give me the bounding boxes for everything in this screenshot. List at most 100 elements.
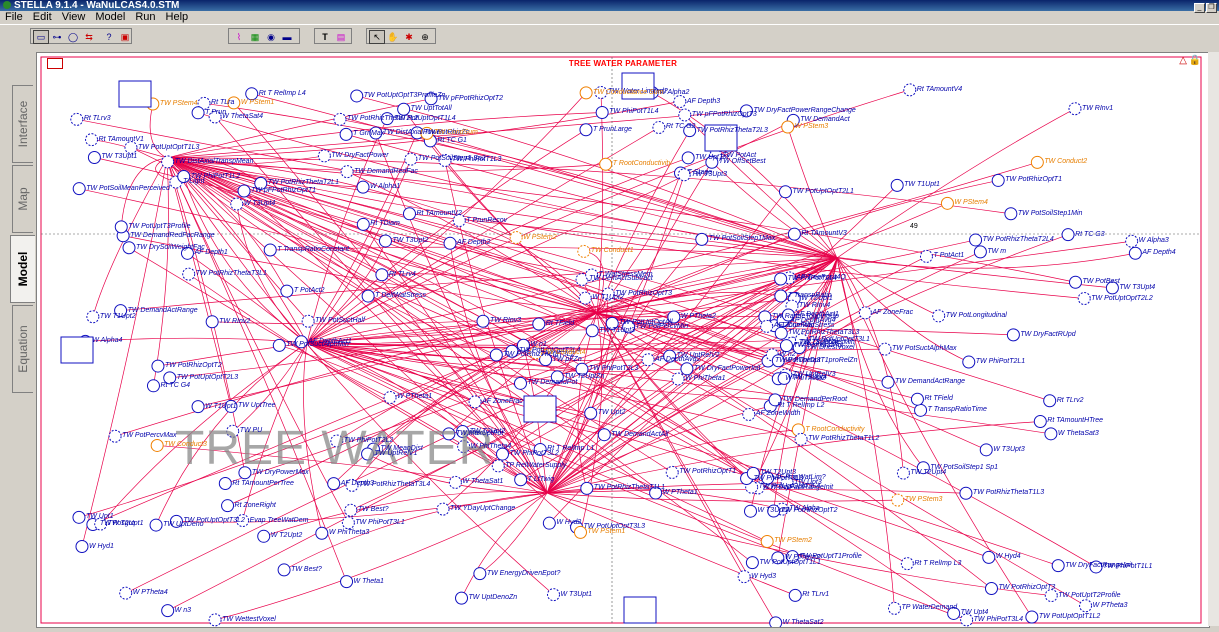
- converter-label[interactable]: TW PStem1: [587, 528, 625, 536]
- converter-label[interactable]: W PStem3: [795, 123, 828, 131]
- ghost-converter[interactable]: [404, 152, 418, 166]
- converter-label[interactable]: TW PotLongitudinal: [946, 312, 1007, 320]
- converter-label[interactable]: TW T2Upt4: [910, 469, 946, 477]
- sector-lock-icon[interactable]: 🔒: [1189, 55, 1201, 66]
- converter-label[interactable]: Rt TDiam: [370, 220, 400, 228]
- converter-label[interactable]: TW pFPotRhizOptT2: [438, 95, 503, 103]
- converter[interactable]: [339, 127, 353, 141]
- input-icon[interactable]: ▬: [279, 30, 295, 44]
- converter-label[interactable]: TW PotBest: [1082, 278, 1119, 286]
- converter[interactable]: [962, 355, 976, 369]
- ghost-converter[interactable]: [919, 249, 933, 263]
- converter-label[interactable]: AF DepthAct1: [795, 311, 838, 319]
- converter[interactable]: [585, 324, 599, 338]
- converter[interactable]: [1044, 427, 1058, 441]
- converter[interactable]: [350, 89, 364, 103]
- converter-label[interactable]: W T3Upt1: [561, 591, 593, 599]
- converter-label[interactable]: AF Depth1: [194, 249, 227, 257]
- converter-label[interactable]: TW PotPercvMin: [636, 323, 689, 331]
- tab-model[interactable]: Model: [10, 235, 35, 303]
- converter-label[interactable]: T WatStressMem: [599, 271, 653, 279]
- converter-label[interactable]: TW DemandActRange: [128, 307, 198, 315]
- converter-label[interactable]: TW PhiPotT2L4: [788, 275, 837, 283]
- converter-label[interactable]: Rt TC G2: [666, 123, 696, 131]
- ghost-converter[interactable]: [182, 267, 196, 281]
- converter[interactable]: [150, 438, 164, 452]
- converter-label[interactable]: TW RInv2: [219, 318, 250, 326]
- converter[interactable]: [982, 550, 996, 564]
- ghost-converter[interactable]: [70, 112, 84, 126]
- ghost-converter[interactable]: [85, 133, 99, 147]
- converter-label[interactable]: W Alpha3: [1139, 237, 1169, 245]
- menu-help[interactable]: Help: [161, 11, 194, 24]
- converter-label[interactable]: Rt TAmountV1: [99, 136, 144, 144]
- ghost-converter[interactable]: [383, 390, 397, 404]
- converter[interactable]: [514, 473, 528, 487]
- ghost-converter[interactable]: [742, 407, 756, 421]
- converter-label[interactable]: W T2Upt2: [271, 532, 303, 540]
- converter[interactable]: [443, 236, 457, 250]
- converter-label[interactable]: TW Conduct3: [164, 441, 207, 449]
- ghost-converter[interactable]: [509, 231, 523, 245]
- converter-label[interactable]: W Alpha4: [92, 337, 122, 345]
- converter-label[interactable]: W PStem1: [241, 99, 274, 107]
- converter[interactable]: [597, 428, 611, 442]
- converter-label[interactable]: TW PotSuctAlphMax: [892, 345, 957, 353]
- ghost-converter[interactable]: [858, 306, 872, 320]
- converter[interactable]: [1128, 246, 1142, 260]
- ghost-converter[interactable]: [652, 120, 666, 134]
- menu-view[interactable]: View: [57, 11, 91, 24]
- ghost-converter[interactable]: [301, 314, 315, 328]
- converter-label[interactable]: Rt TAmountHTree: [1047, 417, 1103, 425]
- converter-label[interactable]: T PrunLarge: [593, 126, 632, 134]
- converter[interactable]: [1061, 228, 1075, 242]
- converter-label[interactable]: Rt TLrv2: [1057, 397, 1084, 405]
- converter-label[interactable]: TW PotUptT3Profile: [128, 223, 190, 231]
- model-canvas[interactable]: TREE WATER PARAMETER △ 🔒 TREE WATER 49 T…: [36, 52, 1210, 628]
- converter-label[interactable]: W Alpha1: [370, 183, 400, 191]
- ghost-icon[interactable]: ⊕: [417, 30, 433, 44]
- converter[interactable]: [151, 359, 165, 373]
- converter[interactable]: [910, 392, 924, 406]
- converter-label[interactable]: TW T1Upt3: [599, 327, 635, 335]
- converter-label[interactable]: TW Upt4: [961, 609, 989, 617]
- record-icon[interactable]: ▣: [117, 30, 133, 44]
- sector-collapse-icon[interactable]: △: [1179, 55, 1187, 66]
- converter[interactable]: [161, 604, 175, 618]
- converter[interactable]: [959, 486, 973, 500]
- converter[interactable]: [599, 157, 613, 171]
- ghost-converter[interactable]: [673, 95, 687, 109]
- converter[interactable]: [513, 376, 527, 390]
- converter-label[interactable]: Rt TC G3: [1075, 231, 1105, 239]
- converter[interactable]: [774, 272, 788, 286]
- converter-label[interactable]: TW T3Upt1: [101, 153, 137, 161]
- converter-label[interactable]: W n3: [175, 607, 191, 615]
- converter-label[interactable]: W PhiTheta3: [329, 529, 369, 537]
- pointer-icon[interactable]: ↖: [369, 30, 385, 44]
- converter-label[interactable]: TW DryFactRUpd: [1020, 331, 1075, 339]
- converter[interactable]: [781, 120, 795, 134]
- converter[interactable]: [695, 232, 709, 246]
- converter[interactable]: [114, 220, 128, 234]
- converter-label[interactable]: TW PotUptOptT1L3: [138, 144, 199, 152]
- converter-label[interactable]: TW RInv1: [1082, 105, 1113, 113]
- converter[interactable]: [473, 567, 487, 581]
- ghost-converter[interactable]: [578, 291, 592, 305]
- converter[interactable]: [787, 227, 801, 241]
- converter-label[interactable]: W T1Upt2: [592, 294, 624, 302]
- converter-label[interactable]: W PhiTheta4: [471, 443, 511, 451]
- converter-label[interactable]: TW UptRelV1: [375, 450, 418, 458]
- converter[interactable]: [584, 406, 598, 420]
- converter-label[interactable]: TW PotSoilMeanPerceived: [86, 185, 170, 193]
- ghost-converter[interactable]: [878, 342, 892, 356]
- menu-model[interactable]: Model: [90, 11, 130, 24]
- ghost-converter[interactable]: [333, 112, 347, 126]
- converter-label[interactable]: TW Conduct4: [543, 349, 586, 357]
- converter[interactable]: [397, 102, 411, 116]
- converter[interactable]: [940, 196, 954, 210]
- converter-label[interactable]: Rt T RelImp L3: [914, 560, 961, 568]
- converter-label[interactable]: TW PotSoilStep1Min: [1018, 210, 1083, 218]
- converter[interactable]: [969, 233, 983, 247]
- converter-label[interactable]: TW PotUptOptT1L4: [394, 115, 455, 123]
- converter[interactable]: [580, 481, 594, 495]
